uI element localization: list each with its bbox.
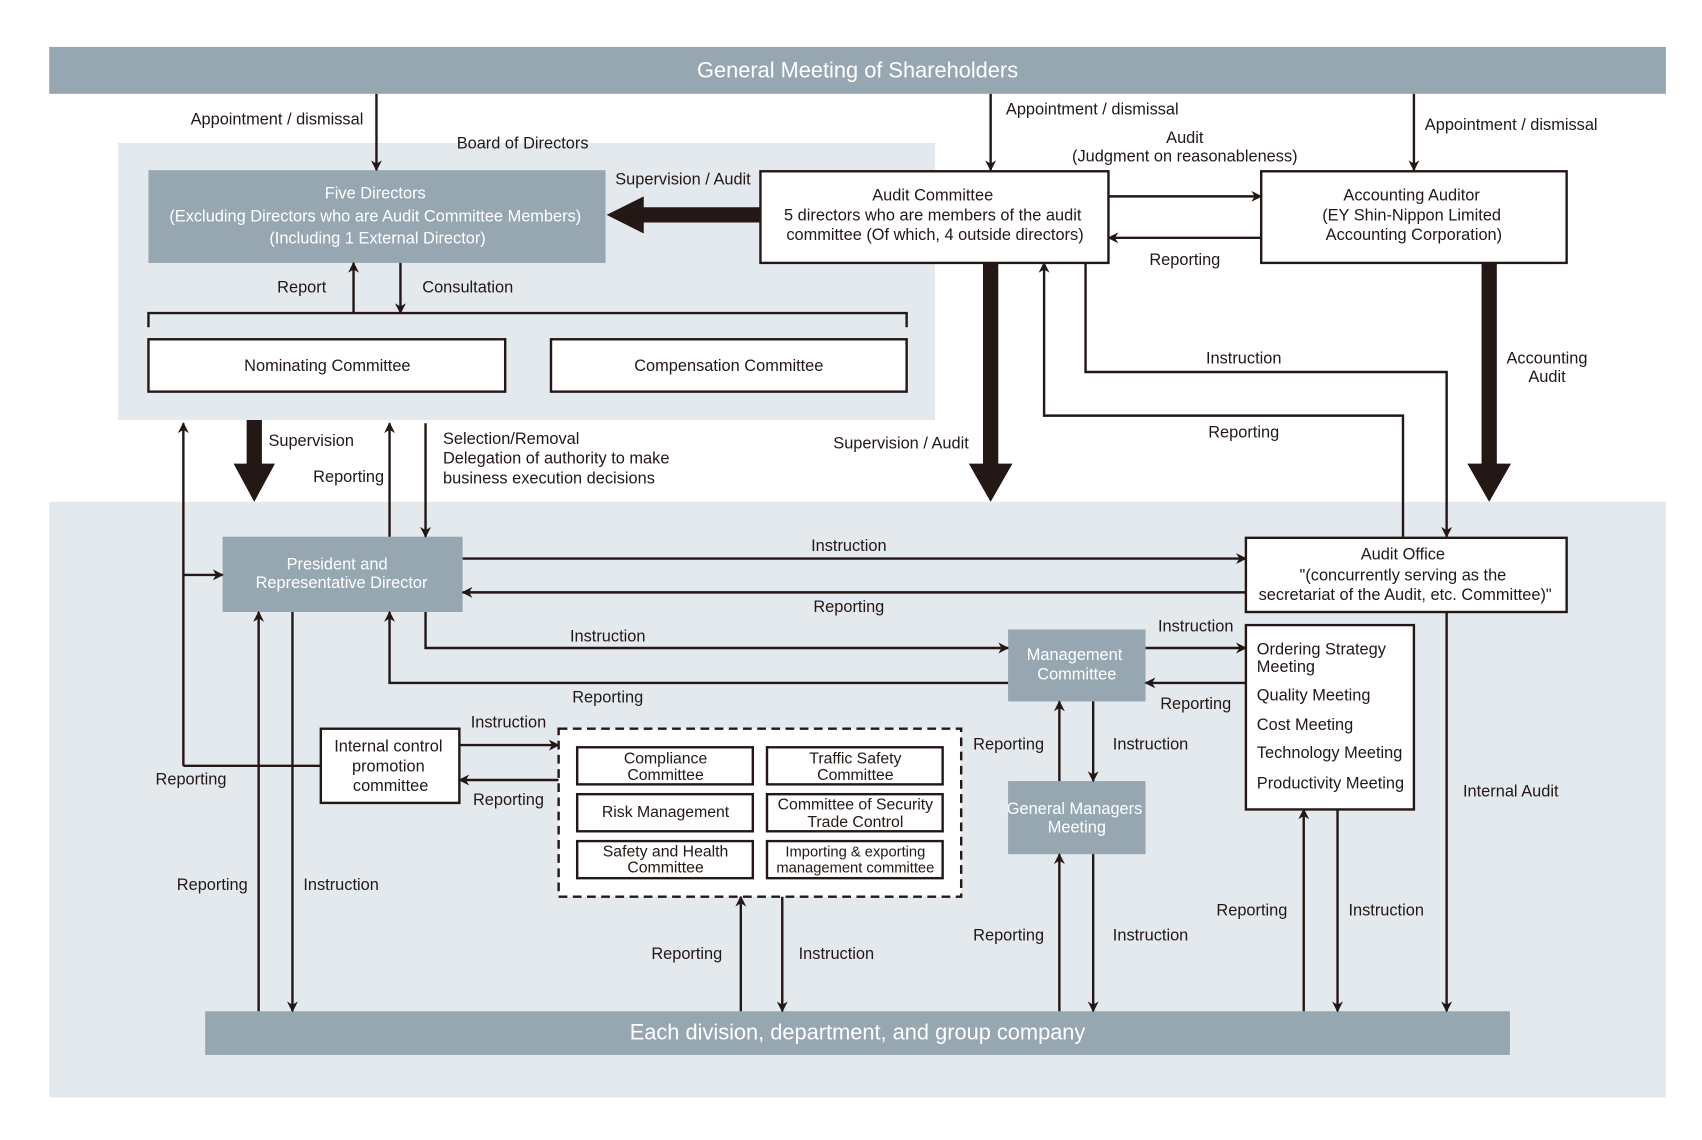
audit-instruction-line xyxy=(1084,262,1453,538)
audit-office-reporting-label: Reporting xyxy=(1208,423,1279,441)
audit-supervision-down-arrow xyxy=(968,262,1013,502)
ic-reporting-label: Reporting xyxy=(473,791,544,809)
selection-label: Selection/Removal Delegation of authorit… xyxy=(443,430,674,487)
management-instruction-label: Instruction xyxy=(570,627,645,645)
gm-reporting-label: Reporting xyxy=(973,735,1044,753)
compensation-committee-label: Compensation Committee xyxy=(634,357,823,375)
division-instruction-label-3: Instruction xyxy=(1113,926,1188,944)
gm-instruction-label: Instruction xyxy=(1113,735,1188,753)
import-export-label: Importing & exporting management committe… xyxy=(776,844,934,876)
appointment-label-3: Appointment / dismissal xyxy=(1425,116,1598,134)
accounting-audit-label-1: Accounting xyxy=(1507,349,1588,367)
division-reporting-label-4: Reporting xyxy=(1216,901,1287,919)
accounting-audit-down-arrow xyxy=(1467,262,1511,502)
meetings-instruction-label: Instruction xyxy=(1158,618,1233,636)
internal-control-reporting-label: Reporting xyxy=(156,770,227,788)
division-instruction-label-4: Instruction xyxy=(1348,901,1423,919)
president-instruction-label: Instruction xyxy=(811,537,886,555)
ic-instruction-label: Instruction xyxy=(471,714,546,732)
divisions-label: Each division, department, and group com… xyxy=(630,1020,1086,1045)
division-reporting-label-3: Reporting xyxy=(973,926,1044,944)
supervision-audit-label-top: Supervision / Audit xyxy=(615,170,751,188)
consultation-label: Consultation xyxy=(422,278,513,296)
shareholders-label: General Meeting of Shareholders xyxy=(697,57,1018,82)
appointment-label-1: Appointment / dismissal xyxy=(191,110,364,128)
traffic-safety-label: Traffic Safety Committee xyxy=(809,751,901,784)
division-reporting-label-2: Reporting xyxy=(651,945,722,963)
audit-office-reporting-line xyxy=(1038,261,1405,537)
internal-audit-label: Internal Audit xyxy=(1463,782,1559,800)
division-reporting-label-1: Reporting xyxy=(177,876,248,894)
president-reporting-label: Reporting xyxy=(313,468,384,486)
management-reporting-label: Reporting xyxy=(572,689,643,707)
audit-instruction-label: Instruction xyxy=(1206,349,1281,367)
compliance-committee-label: Compliance Committee xyxy=(624,751,708,784)
board-label: Board of Directors xyxy=(457,134,589,152)
division-instruction-label-1: Instruction xyxy=(303,876,378,894)
nominating-committee-label: Nominating Committee xyxy=(244,357,410,375)
management-committee-text: Management Committee xyxy=(1027,646,1127,684)
audit-office-reporting-label-2: Reporting xyxy=(813,598,884,616)
division-instruction-label-2: Instruction xyxy=(799,945,874,963)
judgment-label: (Judgment on reasonableness) xyxy=(1072,147,1298,165)
auditor-reporting-label: Reporting xyxy=(1149,251,1220,269)
meetings-reporting-label: Reporting xyxy=(1160,695,1231,713)
appointment-label-2: Appointment / dismissal xyxy=(1006,101,1179,119)
accounting-auditor-text: Accounting Auditor (EY Shin-Nippon Limit… xyxy=(1322,187,1505,244)
report-label: Report xyxy=(277,278,327,296)
accounting-audit-label-2: Audit xyxy=(1528,368,1566,386)
supervision-label: Supervision xyxy=(268,432,353,450)
governance-diagram: General Meeting of Shareholders Each div… xyxy=(49,46,1666,1098)
audit-label: Audit xyxy=(1166,129,1204,147)
risk-management-label: Risk Management xyxy=(602,804,730,821)
supervision-audit-label-mid: Supervision / Audit xyxy=(833,434,969,452)
